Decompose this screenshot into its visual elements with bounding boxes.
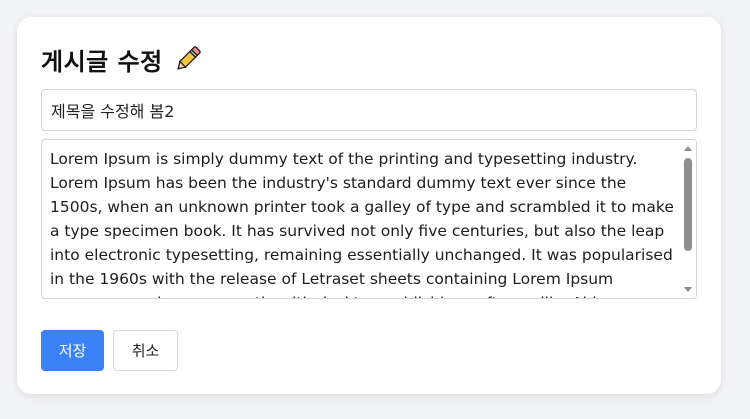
pencil-icon [173,44,203,74]
content-textarea[interactable]: Lorem Ipsum is simply dummy text of the … [41,139,697,299]
cancel-button[interactable]: 취소 [113,330,178,371]
scroll-thumb[interactable] [684,158,692,251]
content-scrollbar[interactable] [680,140,696,298]
save-button[interactable]: 저장 [41,330,104,371]
page-title: 게시글 수정 [41,47,163,76]
content-text[interactable]: Lorem Ipsum is simply dummy text of the … [50,147,676,298]
heading-row: 게시글 수정 [41,43,203,76]
edit-post-card: 게시글 수정 Lorem Ipsum is simply dummy text … [17,17,721,394]
scroll-down-icon[interactable] [684,287,692,292]
title-input[interactable] [41,89,697,131]
scroll-up-icon[interactable] [684,146,692,151]
